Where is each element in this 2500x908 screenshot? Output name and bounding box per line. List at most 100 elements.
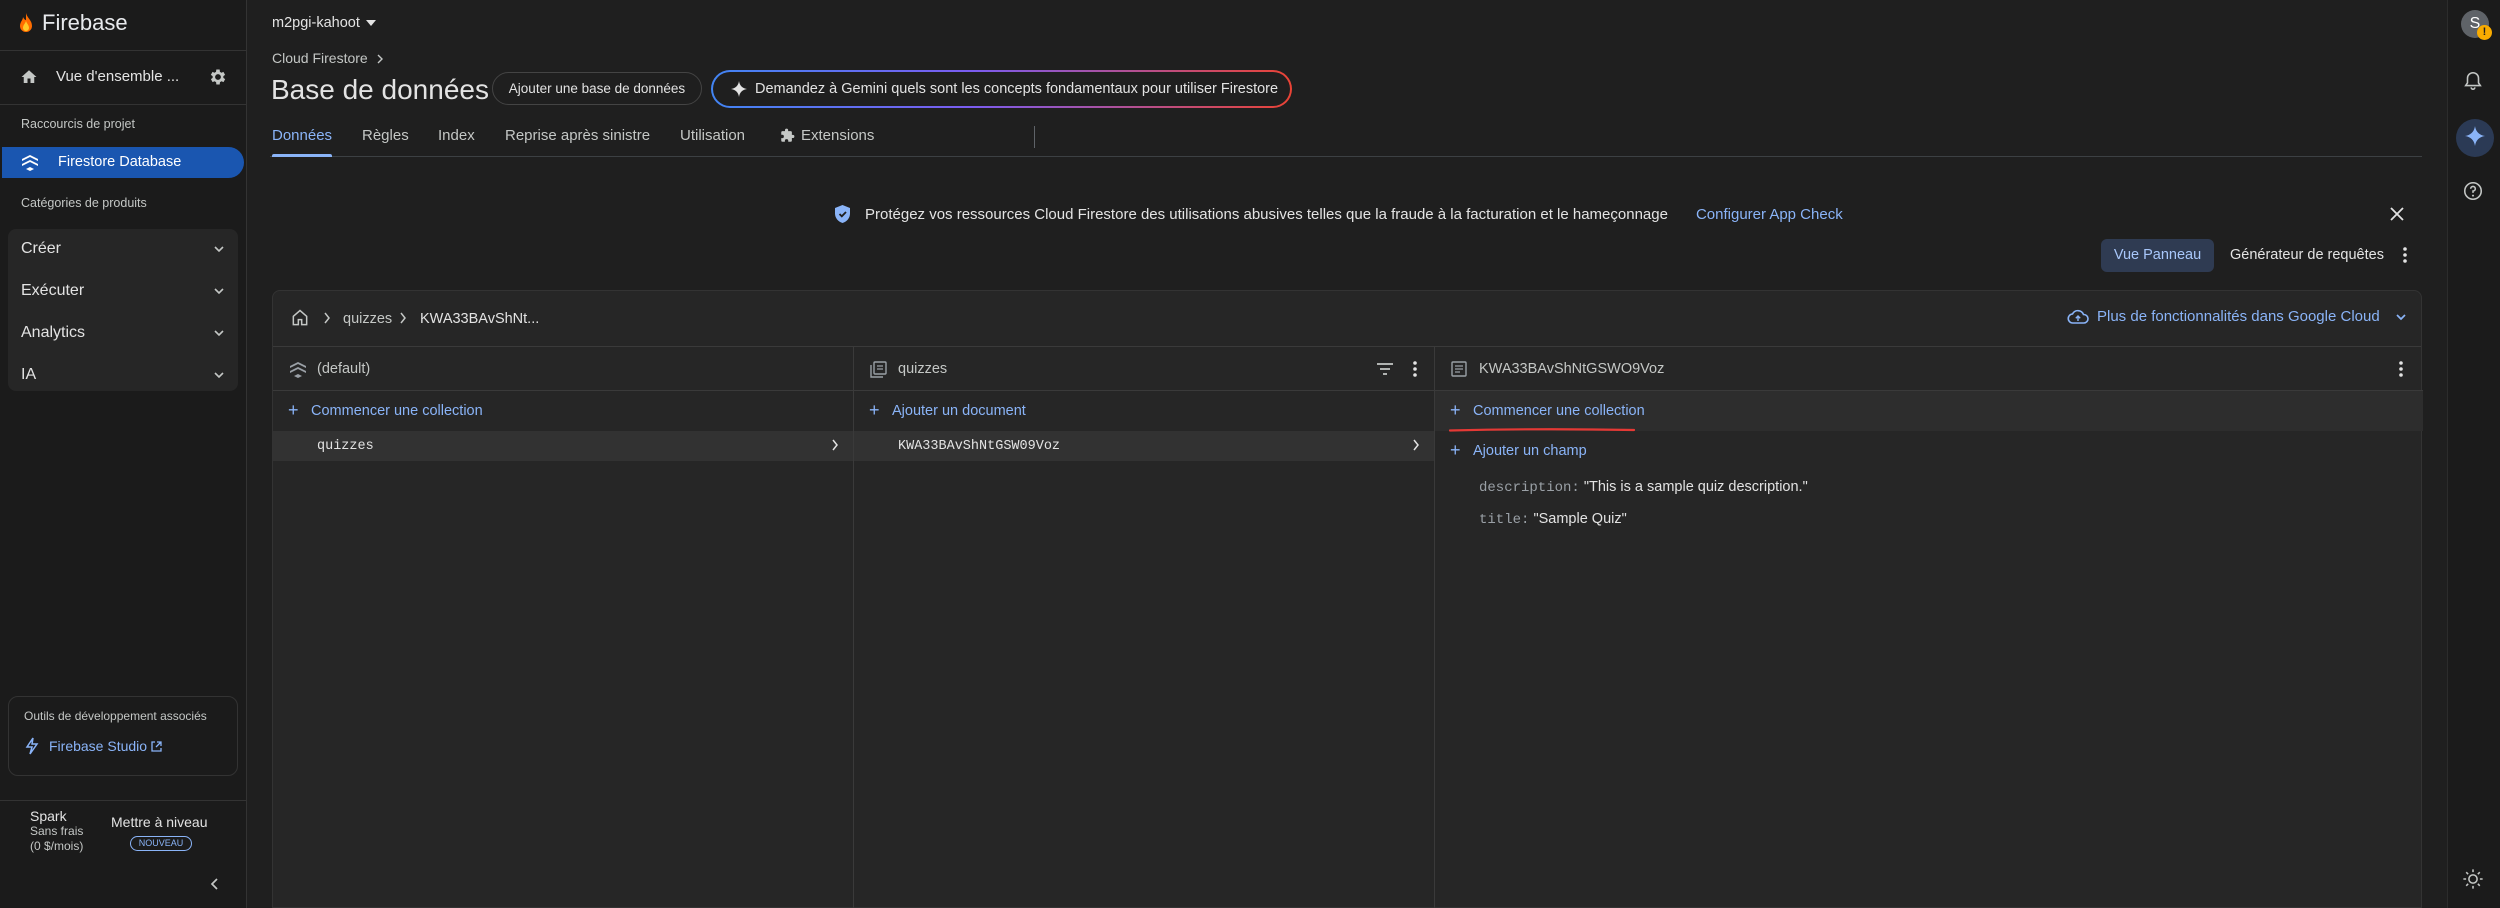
chevron-right-icon [323, 312, 331, 324]
add-document-button[interactable]: + Ajouter un document [854, 391, 1434, 431]
category-group: Créer Exécuter Analytics IA [8, 229, 238, 391]
google-cloud-label: Plus de fonctionnalités dans Google Clou… [2097, 308, 2380, 325]
help-icon[interactable] [2462, 180, 2484, 202]
gemini-sparkle-icon[interactable] [2465, 126, 2485, 146]
right-rail: S ! [2447, 0, 2500, 908]
collapse-sidebar-icon[interactable] [208, 877, 222, 891]
more-vert-icon[interactable] [2401, 246, 2409, 264]
category-label: Analytics [21, 324, 86, 341]
project-selector[interactable]: m2pgi-kahoot [272, 15, 376, 31]
start-subcollection-button[interactable]: + Commencer une collection [1435, 391, 2423, 432]
home-icon [20, 68, 38, 86]
list-item[interactable]: KWA33BAvShNtGSW09Voz [854, 431, 1434, 461]
home-outline-icon[interactable] [290, 308, 310, 328]
add-field-button[interactable]: + Ajouter un champ [1435, 431, 2423, 471]
plus-icon: + [869, 400, 880, 420]
shield-icon [834, 204, 851, 224]
studio-label: Firebase Studio [49, 738, 148, 754]
tab-separator [1034, 126, 1035, 148]
new-badge: NOUVEAU [130, 836, 192, 851]
theme-sun-icon[interactable] [2462, 868, 2484, 890]
sidebar-category-ia[interactable]: IA [8, 355, 238, 395]
close-icon[interactable] [2388, 205, 2406, 223]
categories-heading: Catégories de produits [21, 196, 147, 210]
tab-index[interactable]: Index [438, 127, 475, 156]
divider [0, 800, 247, 801]
bell-icon[interactable] [2462, 70, 2484, 92]
caret-down-icon [365, 19, 376, 27]
tab-reprise[interactable]: Reprise après sinistre [505, 127, 650, 156]
column-title: quizzes [898, 361, 948, 377]
more-vert-icon[interactable] [2397, 360, 2405, 378]
tab-regles[interactable]: Règles [362, 127, 409, 156]
more-vert-icon[interactable] [1411, 360, 1419, 378]
plan-info: Spark Sans frais (0 $/mois) [30, 808, 83, 854]
cloud-icon [2067, 309, 2089, 325]
tab-extensions[interactable]: Extensions [780, 127, 874, 156]
banner-text: Protégez vos ressources Cloud Firestore … [865, 205, 1668, 223]
gemini-prompt-label: Demandez à Gemini quels sont les concept… [755, 81, 1279, 97]
sidebar-item-firestore[interactable]: Firestore Database [2, 147, 244, 178]
divider [0, 50, 247, 51]
sidebar-category-executer[interactable]: Exécuter [8, 271, 238, 311]
plan-name: Spark [30, 808, 67, 824]
plus-icon: + [1450, 400, 1461, 420]
firebase-studio-link[interactable]: Firebase Studio [24, 737, 163, 755]
upgrade-button[interactable]: Mettre à niveau [111, 814, 208, 830]
add-document-label: Ajouter un document [892, 403, 1026, 419]
database-icon [289, 361, 307, 378]
tab-label: Reprise après sinistre [505, 127, 651, 144]
column-header: (default) [273, 347, 853, 391]
breadcrumb-item[interactable]: Cloud Firestore [272, 50, 368, 66]
column-header: KWA33BAvShNtGSWO9Voz [1435, 347, 2423, 391]
field-description[interactable]: description: "This is a sample quiz desc… [1479, 479, 1808, 496]
chevron-down-icon [212, 368, 226, 382]
filter-icon[interactable] [1376, 361, 1394, 377]
start-subcollection-label: Commencer une collection [1473, 403, 1645, 419]
firestore-icon [21, 154, 39, 171]
field-title[interactable]: title: "Sample Quiz" [1479, 511, 1627, 528]
configure-app-check-link[interactable]: Configurer App Check [1696, 206, 1843, 223]
column-title: KWA33BAvShNtGSWO9Voz [1479, 361, 1665, 377]
field-value: "Sample Quiz" [1533, 511, 1627, 527]
category-label: Exécuter [21, 282, 85, 299]
path-collection[interactable]: quizzes [343, 311, 392, 327]
document-icon [1451, 361, 1467, 377]
gear-icon[interactable] [208, 67, 228, 87]
chevron-right-icon [376, 54, 384, 64]
tab-label: Index [438, 127, 475, 144]
panel-view-button[interactable]: Vue Panneau [2101, 239, 2214, 272]
panel-path-bar: quizzes KWA33BAvShNt... Plus de fonction… [273, 291, 2421, 347]
studio-icon [24, 737, 40, 755]
list-item[interactable]: quizzes [273, 431, 853, 461]
path-document[interactable]: KWA33BAvShNt... [420, 311, 539, 327]
project-overview[interactable]: Vue d'ensemble ... [0, 62, 247, 92]
left-sidebar: Firebase Vue d'ensemble ... Raccourcis d… [0, 0, 247, 908]
collection-column: quizzes + Ajouter un document KWA33BAvSh… [854, 347, 1435, 908]
plan-line: Sans frais [30, 824, 84, 838]
firebase-logo[interactable]: Firebase [18, 10, 128, 36]
tab-label: Utilisation [680, 127, 746, 144]
chevron-down-icon [212, 242, 226, 256]
field-key: title: [1479, 512, 1530, 528]
column-title: (default) [317, 361, 371, 377]
query-builder-button[interactable]: Générateur de requêtes [2230, 247, 2384, 263]
chevron-down-icon [212, 326, 226, 340]
active-tab-indicator [272, 154, 332, 157]
add-database-button[interactable]: Ajouter une base de données [492, 72, 702, 105]
plus-icon: + [1450, 440, 1461, 460]
document-column: KWA33BAvShNtGSWO9Voz + Commencer une col… [1435, 347, 2423, 908]
page-title: Base de données [271, 74, 489, 105]
chevron-down-icon [212, 284, 226, 298]
breadcrumb[interactable]: Cloud Firestore [272, 50, 384, 66]
gemini-prompt-button[interactable]: Demandez à Gemini quels sont les concept… [711, 70, 1292, 108]
start-collection-button[interactable]: + Commencer une collection [273, 391, 853, 431]
collection-name: quizzes [317, 439, 374, 454]
category-label: IA [21, 366, 37, 383]
related-tools-card: Outils de développement associés Firebas… [8, 696, 238, 776]
sidebar-category-creer[interactable]: Créer [8, 229, 238, 269]
sidebar-category-analytics[interactable]: Analytics [8, 313, 238, 353]
tab-utilisation[interactable]: Utilisation [680, 127, 745, 156]
tab-donnees[interactable]: Données [272, 127, 332, 156]
google-cloud-link[interactable]: Plus de fonctionnalités dans Google Clou… [2067, 308, 2408, 325]
